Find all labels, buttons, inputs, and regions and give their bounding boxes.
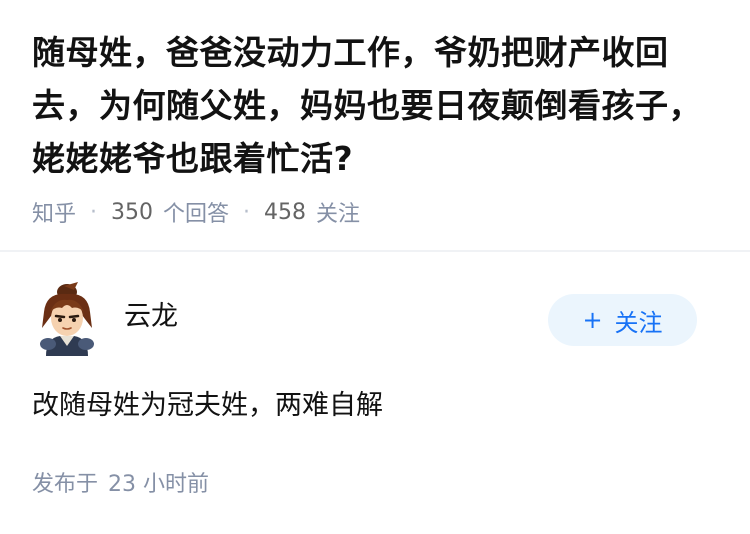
question-meta: 知乎 · 350 个回答 · 458 关注 <box>32 196 360 228</box>
answer-content[interactable]: 改随母姓为冠夫姓，两难自解 <box>32 386 383 426</box>
follow-button[interactable]: + 关注 <box>548 294 697 346</box>
answer-count-label[interactable]: 个回答 <box>163 196 229 228</box>
plus-icon: + <box>582 306 603 334</box>
published-time: 23 小时前 <box>108 472 210 497</box>
follower-count-label[interactable]: 关注 <box>316 196 360 228</box>
answer-count: 350 <box>111 199 154 225</box>
follow-button-label: 关注 <box>614 308 663 337</box>
question-card: 随母姓，爸爸没动力工作，爷奶把财产收回去，为何随父姓，妈妈也要日夜颠倒看孩子，姥… <box>0 0 750 250</box>
published-prefix: 发布于 <box>32 472 99 497</box>
avatar[interactable] <box>34 282 100 356</box>
follower-count: 458 <box>264 199 307 225</box>
avatar-icon <box>40 282 94 356</box>
answer-card: 云龙 + 关注 改随母姓为冠夫姓，两难自解 发布于 23 小时前 <box>0 252 750 534</box>
question-title[interactable]: 随母姓，爸爸没动力工作，爷奶把财产收回去，为何随父姓，妈妈也要日夜颠倒看孩子，姥… <box>32 26 718 185</box>
meta-separator: · <box>90 199 98 225</box>
meta-separator: · <box>243 199 251 225</box>
answer-published-time: 发布于 23 小时前 <box>32 466 209 498</box>
author-name[interactable]: 云龙 <box>124 300 178 334</box>
source-label[interactable]: 知乎 <box>32 196 76 228</box>
